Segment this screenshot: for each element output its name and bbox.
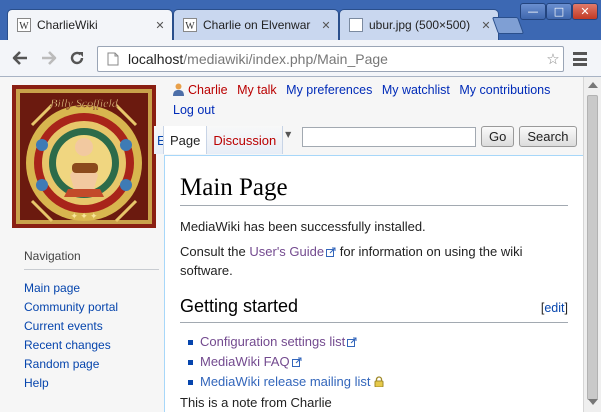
mediawiki-faq-link[interactable]: MediaWiki FAQ: [200, 354, 290, 369]
external-link-icon: [347, 333, 357, 347]
tab-title: CharlieWiki: [37, 18, 98, 32]
nav-link[interactable]: Community portal: [24, 300, 118, 314]
search-input[interactable]: [302, 126, 476, 147]
back-icon[interactable]: [9, 47, 31, 69]
navigation-list: Main page Community portal Current event…: [24, 279, 159, 393]
nav-item-community-portal: Community portal: [24, 298, 159, 317]
section-heading: Getting started [edit]: [180, 294, 568, 323]
address-bar[interactable]: localhost/mediawiki/index.php/Main_Page …: [97, 46, 564, 72]
wiki-favicon-icon: W: [183, 18, 197, 32]
note-text: This is a note from Charlie: [180, 395, 332, 410]
go-button[interactable]: Go: [481, 126, 515, 147]
nav-item-recent-changes: Recent changes: [24, 336, 159, 355]
page-icon: [106, 51, 120, 67]
tab-page[interactable]: Page: [164, 126, 208, 154]
scroll-down-icon[interactable]: [588, 399, 598, 405]
my-talk-link[interactable]: My talk: [237, 83, 277, 97]
svg-text:✦ ✦ ✦: ✦ ✦ ✦: [70, 211, 98, 221]
config-settings-link[interactable]: Configuration settings list: [200, 334, 345, 349]
user-page-link[interactable]: Charlie: [188, 83, 228, 97]
page-viewport: Billy Scoffield ✦ ✦ ✦ Charlie My talk My…: [0, 77, 583, 412]
svg-text:W: W: [185, 21, 195, 32]
nav-item-current-events: Current events: [24, 317, 159, 336]
tab-title: Charlie on Elvenwar: [203, 18, 311, 32]
close-window-button[interactable]: ✕: [572, 3, 598, 20]
tab-ubur-jpg[interactable]: ubur.jpg (500×500) ✕: [339, 9, 499, 40]
vertical-scrollbar[interactable]: [583, 77, 601, 412]
url-path: /mediawiki/index.php/Main_Page: [183, 51, 388, 67]
logo-caption: Billy Scoffield: [50, 96, 119, 110]
wiki-logo[interactable]: Billy Scoffield ✦ ✦ ✦: [12, 85, 156, 228]
getting-started-list: Configuration settings list MediaWiki FA…: [186, 332, 568, 392]
consult-before: Consult the: [180, 244, 250, 259]
star-icon[interactable]: ☆: [543, 50, 563, 68]
forward-icon[interactable]: [38, 47, 60, 69]
document-icon: [349, 18, 363, 32]
tab-close-icon[interactable]: ✕: [318, 19, 334, 32]
list-item: Configuration settings list: [186, 332, 568, 352]
user-icon: [173, 82, 184, 96]
search-box: Go Search: [302, 126, 577, 147]
wiki-favicon-icon: W: [17, 18, 31, 32]
nav-link[interactable]: Current events: [24, 319, 103, 333]
minimize-button[interactable]: —: [520, 3, 546, 20]
new-tab-button[interactable]: [491, 17, 525, 34]
nav-item-help: Help: [24, 374, 159, 393]
personal-tools: Charlie My talk My preferences My watchl…: [173, 80, 578, 120]
url-text: localhost/mediawiki/index.php/Main_Page: [128, 51, 543, 67]
nav-item-main-page: Main page: [24, 279, 159, 298]
tab-charlie-on-elvenwar[interactable]: W Charlie on Elvenwar ✕: [173, 9, 339, 40]
url-host: localhost: [128, 51, 184, 67]
browser-toolbar: localhost/mediawiki/index.php/Main_Page …: [0, 40, 601, 77]
release-mailing-list-link[interactable]: MediaWiki release mailing list: [200, 374, 371, 389]
consult-text: Consult the User's Guide for information…: [180, 242, 568, 280]
external-link-icon: [291, 353, 302, 367]
section-title: Getting started: [180, 296, 299, 316]
content-area: Main Page MediaWiki has been successfull…: [164, 155, 583, 412]
nav-item-random-page: Random page: [24, 355, 159, 374]
edit-bracket-close: ]: [564, 301, 568, 315]
svg-text:W: W: [19, 21, 29, 32]
my-contributions-link[interactable]: My contributions: [459, 83, 550, 97]
maximize-button[interactable]: □: [546, 3, 572, 20]
list-item: MediaWiki FAQ: [186, 352, 568, 372]
tab-charliewiki-active[interactable]: W CharlieWiki ✕: [7, 9, 173, 40]
nav-link[interactable]: Help: [24, 376, 49, 390]
tab-cut-off[interactable]: E: [154, 126, 164, 154]
navigation-heading: Navigation: [24, 249, 159, 270]
search-button[interactable]: Search: [519, 126, 577, 147]
scrollbar-thumb[interactable]: [587, 95, 598, 400]
users-guide-link[interactable]: User's Guide: [249, 244, 324, 259]
tab-close-icon[interactable]: ✕: [152, 19, 168, 32]
tab-title: ubur.jpg (500×500): [369, 18, 471, 32]
my-preferences-link[interactable]: My preferences: [286, 83, 372, 97]
lock-icon: [374, 373, 384, 388]
nav-link[interactable]: Main page: [24, 281, 80, 295]
intro-text: MediaWiki has been successfully installe…: [180, 219, 426, 234]
navigation-portal: Navigation Main page Community portal Cu…: [24, 249, 159, 393]
my-watchlist-link[interactable]: My watchlist: [382, 83, 450, 97]
menu-icon[interactable]: [570, 50, 590, 68]
browser-titlebar: W CharlieWiki ✕ W CharlieWiki ✕ W Charli…: [0, 0, 601, 40]
tab-menu-arrow-icon[interactable]: ▼: [283, 126, 293, 154]
page-tabs: E Page Discussion ▼: [154, 126, 293, 154]
external-link-icon: [326, 243, 336, 257]
edit-section-link[interactable]: edit: [544, 301, 564, 315]
page-title: Main Page: [180, 173, 568, 206]
nav-link[interactable]: Random page: [24, 357, 99, 371]
nav-link[interactable]: Recent changes: [24, 338, 111, 352]
log-out-link[interactable]: Log out: [173, 103, 215, 117]
tab-close-icon[interactable]: ✕: [478, 19, 494, 32]
scroll-up-icon[interactable]: [588, 82, 598, 88]
reload-icon[interactable]: [66, 47, 88, 69]
list-item: MediaWiki release mailing list: [186, 372, 568, 392]
section-edit: [edit]: [541, 296, 568, 320]
tab-discussion[interactable]: Discussion: [207, 126, 284, 154]
